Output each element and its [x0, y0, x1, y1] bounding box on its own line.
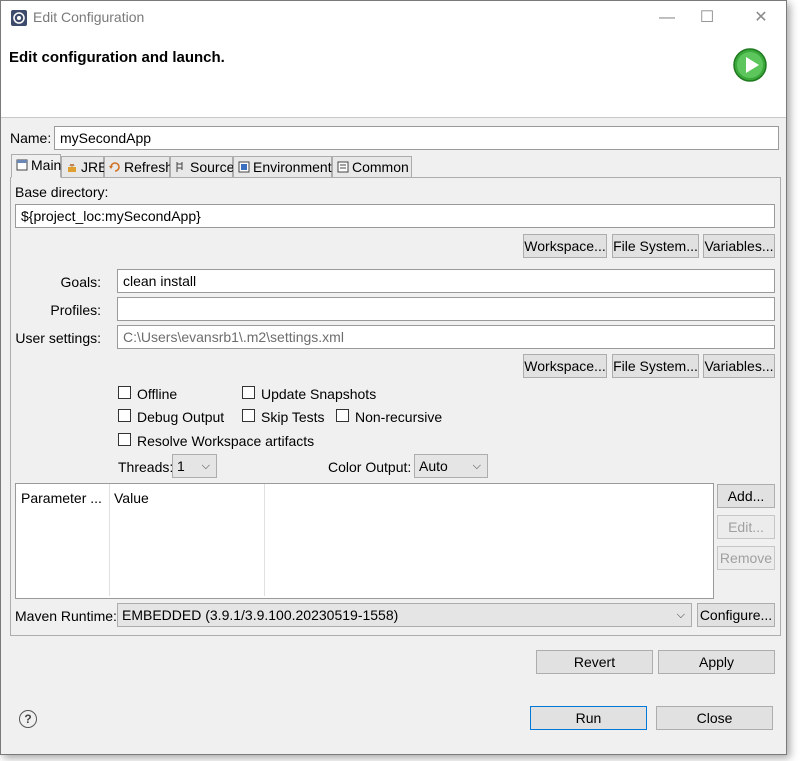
banner-title: Edit configuration and launch. [9, 49, 225, 66]
common-icon [337, 161, 349, 173]
column-divider [264, 484, 265, 596]
revert-button[interactable]: Revert [536, 650, 653, 674]
threads-select[interactable]: 1 ⌵ [172, 454, 217, 478]
jre-icon [68, 164, 76, 172]
chevron-down-icon: ⌵ [472, 460, 481, 472]
threads-label: Threads: [118, 459, 174, 475]
run-button[interactable]: Run [530, 706, 647, 730]
main-tab-icon [16, 159, 28, 171]
non-recursive-checkbox[interactable] [336, 409, 349, 422]
tab-source[interactable]: Source [170, 156, 235, 177]
tab-jre[interactable]: JRE [61, 156, 107, 177]
name-label: Name: [10, 130, 52, 146]
tab-main-label: Main [31, 157, 62, 173]
settings-workspace-button[interactable]: Workspace... [523, 354, 607, 378]
base-dir-workspace-button[interactable]: Workspace... [523, 234, 607, 258]
update-snapshots-label: Update Snapshots [261, 386, 377, 402]
resolve-workspace-label: Resolve Workspace artifacts [137, 433, 315, 449]
tab-common-label: Common [352, 159, 409, 175]
profiles-input[interactable] [117, 297, 775, 321]
minimize-button[interactable]: — [655, 7, 679, 29]
settings-filesystem-button[interactable]: File System... [612, 354, 699, 378]
skip-tests-checkbox[interactable] [242, 409, 255, 422]
profiles-label: Profiles: [50, 302, 101, 318]
window-title: Edit Configuration [33, 9, 145, 25]
close-button[interactable]: Close [656, 706, 773, 730]
goals-label: Goals: [60, 274, 101, 290]
tab-environment-label: Environment [253, 159, 332, 175]
chevron-down-icon: ⌵ [676, 609, 685, 621]
close-window-button[interactable]: ✕ [749, 7, 773, 29]
skip-tests-label: Skip Tests [261, 409, 325, 425]
name-input[interactable]: mySecondApp [54, 126, 779, 150]
add-parameter-button[interactable]: Add... [717, 484, 775, 508]
tab-refresh-label: Refresh [124, 159, 174, 175]
maximize-button[interactable]: ☐ [695, 7, 719, 29]
threads-value: 1 [177, 458, 185, 474]
user-settings-input[interactable]: C:\Users\evansrb1\.m2\settings.xml [117, 325, 775, 349]
remove-parameter-button[interactable]: Remove [717, 546, 775, 570]
header-banner: Edit configuration and launch. [1, 35, 786, 118]
tab-source-label: Source [190, 159, 235, 175]
update-snapshots-checkbox[interactable] [242, 386, 255, 399]
color-output-label: Color Output: [328, 459, 412, 475]
edit-configuration-dialog: Edit Configuration — ☐ ✕ Edit configurat… [0, 0, 787, 755]
color-output-select[interactable]: Auto ⌵ [414, 454, 488, 478]
maven-runtime-value: EMBEDDED (3.9.1/3.9.100.20230519-1558) [122, 607, 399, 623]
column-divider [109, 484, 110, 596]
refresh-icon [109, 162, 120, 172]
base-directory-label: Base directory: [15, 184, 109, 200]
source-icon [176, 162, 183, 172]
debug-output-label: Debug Output [137, 409, 225, 425]
run-icon [733, 48, 767, 82]
tab-environment[interactable]: Environment [233, 156, 332, 177]
help-icon[interactable]: ? [19, 710, 37, 728]
parameters-table[interactable]: Parameter ... Value [15, 483, 714, 599]
color-output-value: Auto [419, 458, 448, 474]
debug-output-checkbox[interactable] [118, 409, 131, 422]
chevron-down-icon: ⌵ [201, 460, 210, 472]
edit-parameter-button[interactable]: Edit... [717, 515, 775, 539]
offline-label: Offline [137, 386, 178, 402]
tab-main[interactable]: Main [11, 154, 61, 178]
tab-common[interactable]: Common [332, 156, 412, 177]
configure-runtime-button[interactable]: Configure... [697, 603, 775, 627]
maven-runtime-label: Maven Runtime: [15, 608, 117, 624]
base-directory-input[interactable]: ${project_loc:mySecondApp} [15, 204, 775, 228]
goals-input[interactable]: clean install [117, 269, 775, 293]
settings-variables-button[interactable]: Variables... [703, 354, 775, 378]
base-dir-filesystem-button[interactable]: File System... [612, 234, 699, 258]
base-dir-variables-button[interactable]: Variables... [703, 234, 775, 258]
apply-button[interactable]: Apply [658, 650, 775, 674]
offline-checkbox[interactable] [118, 386, 131, 399]
title-bar: Edit Configuration — ☐ ✕ [1, 1, 786, 35]
tab-refresh[interactable]: Refresh [104, 156, 174, 177]
parameter-column-header[interactable]: Parameter ... [21, 490, 102, 506]
maven-runtime-select[interactable]: EMBEDDED (3.9.1/3.9.100.20230519-1558) ⌵ [117, 603, 692, 627]
user-settings-label: User settings: [15, 330, 101, 346]
eclipse-app-icon [11, 10, 27, 26]
value-column-header[interactable]: Value [114, 490, 149, 506]
environment-icon [238, 161, 250, 173]
non-recursive-label: Non-recursive [355, 409, 443, 425]
resolve-workspace-checkbox[interactable] [118, 433, 131, 446]
